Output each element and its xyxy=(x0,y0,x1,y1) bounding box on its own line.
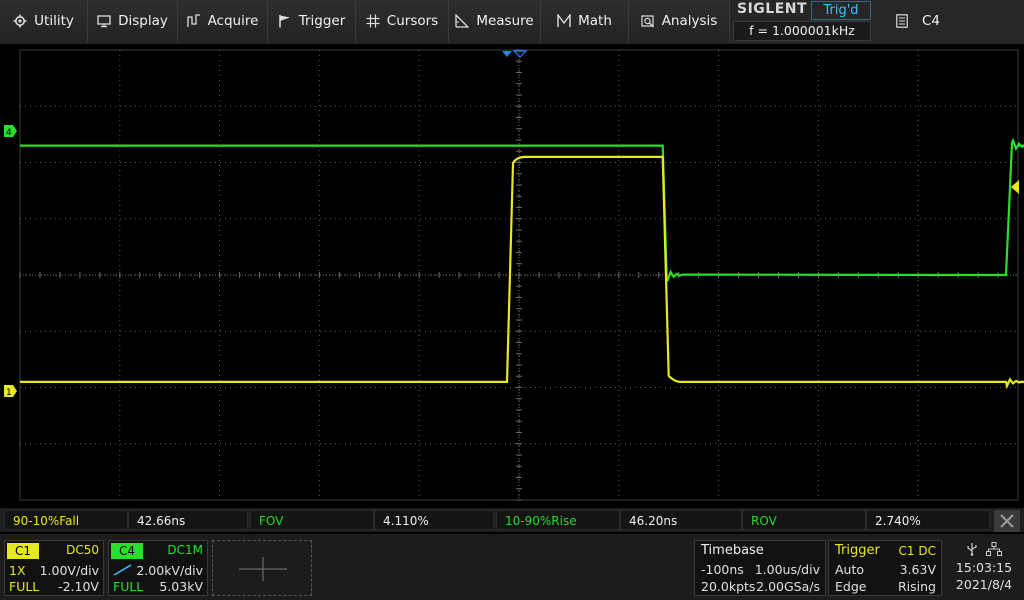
acquire-icon xyxy=(186,14,201,28)
ch4-coupling: DC1M xyxy=(167,543,203,557)
ch4-bandwidth: FULL xyxy=(113,579,144,594)
channel-selector[interactable]: C4 xyxy=(880,0,1024,42)
brand-status-area: SIGLENT Trig'd f = 1.000001kHz xyxy=(733,0,873,42)
clock-date: 2021/8/4 xyxy=(955,577,1013,592)
ch4-tag: C4 xyxy=(111,543,143,559)
menu-bar: Utility Display Acquire Trigger Cursors … xyxy=(0,0,1024,44)
meas-rov-value: 2.740% xyxy=(866,510,990,530)
menu-math-label: Math xyxy=(578,13,612,29)
menu-analysis[interactable]: Analysis xyxy=(629,0,730,42)
meas-fall-value: 42.66ns xyxy=(128,510,248,530)
ch1-tag: C1 xyxy=(7,543,39,559)
meas-rise-value: 46.20ns xyxy=(620,510,742,530)
menu-trigger-label: Trigger xyxy=(298,13,346,29)
trigger-level-marker[interactable] xyxy=(1011,180,1019,194)
trigger-level: 3.63V xyxy=(899,562,936,577)
close-icon xyxy=(1000,514,1014,528)
trigger-mode: Auto xyxy=(835,562,865,577)
waveform-grid: 4 1 xyxy=(4,49,1024,501)
trigger-type: Edge xyxy=(835,579,867,594)
timebase-panel[interactable]: Timebase -100ns 1.00us/div 20.0kpts 2.00… xyxy=(694,540,826,596)
trigger-position-marker[interactable] xyxy=(502,51,512,57)
ch4-offset: 5.03kV xyxy=(159,579,203,594)
menu-math[interactable]: Math xyxy=(541,0,629,42)
timebase-scale: 1.00us/div xyxy=(754,562,820,577)
plus-icon xyxy=(239,557,287,581)
ch1-waveform xyxy=(20,155,1024,390)
trigger-title: Trigger xyxy=(835,543,880,558)
menu-acquire-label: Acquire xyxy=(207,13,259,29)
list-icon xyxy=(896,14,908,28)
clock-panel: 15:03:15 2021/8/4 xyxy=(946,540,1022,596)
menu-trigger[interactable]: Trigger xyxy=(268,0,356,42)
waveform-display[interactable]: 4 1 xyxy=(0,44,1024,506)
trigger-source: C1 DC xyxy=(898,544,936,558)
menu-acquire[interactable]: Acquire xyxy=(178,0,268,42)
add-channel-slot[interactable] xyxy=(212,540,312,596)
ch1-probe: 1X xyxy=(9,563,26,578)
meas-fov-value: 4.110% xyxy=(374,510,494,530)
meas-fov-label[interactable]: FOV xyxy=(250,510,374,530)
frequency-readout: f = 1.000001kHz xyxy=(733,21,871,41)
ch1-scale: 1.00V/div xyxy=(39,563,99,578)
menu-cursors-label: Cursors xyxy=(386,13,439,29)
ch4-offset-marker[interactable]: 4 xyxy=(4,125,17,138)
measure-icon xyxy=(455,14,470,28)
menu-display-label: Display xyxy=(118,13,168,29)
trigger-slope: Rising xyxy=(897,579,936,594)
math-icon xyxy=(557,14,571,28)
menu-utility[interactable]: Utility xyxy=(0,0,88,42)
timebase-delay: -100ns xyxy=(701,562,744,577)
analysis-icon xyxy=(641,14,655,28)
ramp-icon xyxy=(113,564,132,576)
menu-measure-label: Measure xyxy=(476,13,534,29)
status-bar: C1 DC50 1X 1.00V/div FULL -2.10V C4 DC1M… xyxy=(0,534,1024,600)
ch4-marker-label: 4 xyxy=(6,128,12,138)
timebase-title: Timebase xyxy=(701,543,764,558)
ch4-waveform xyxy=(20,137,1024,282)
ch1-marker-label: 1 xyxy=(6,388,12,398)
measurement-close-button[interactable] xyxy=(994,510,1020,532)
menu-cursors[interactable]: Cursors xyxy=(356,0,449,42)
trigger-status: Trig'd xyxy=(811,1,871,20)
meas-rise-label[interactable]: 10-90%Rise xyxy=(496,510,620,530)
gear-icon xyxy=(13,14,27,28)
trigger-panel[interactable]: Trigger C1 DC Auto 3.63V Edge Rising xyxy=(828,540,942,596)
trigger-delay-marker[interactable] xyxy=(512,50,528,58)
ch1-offset-marker[interactable]: 1 xyxy=(4,385,17,398)
meas-fall-label[interactable]: 90-10%Fall xyxy=(4,510,128,530)
flag-icon xyxy=(278,14,292,28)
usb-icon xyxy=(967,543,977,556)
channel-4-panel[interactable]: C4 DC1M 2.00kV/div FULL 5.03kV xyxy=(108,540,208,596)
menu-analysis-label: Analysis xyxy=(661,13,718,29)
crosshair-icon xyxy=(366,14,380,28)
menu-utility-label: Utility xyxy=(34,13,74,29)
measurement-bar: 90-10%Fall 42.66ns FOV 4.110% 10-90%Rise… xyxy=(0,508,1024,532)
meas-rov-label[interactable]: ROV xyxy=(742,510,866,530)
timebase-points: 20.0kpts xyxy=(701,579,756,594)
ch1-offset: -2.10V xyxy=(58,579,99,594)
ch1-bandwidth: FULL xyxy=(9,579,40,594)
menu-measure[interactable]: Measure xyxy=(449,0,541,42)
clock-time: 15:03:15 xyxy=(955,560,1013,575)
monitor-icon xyxy=(97,14,111,28)
timebase-rate: 2.00GSa/s xyxy=(756,579,820,594)
menu-display[interactable]: Display xyxy=(88,0,178,42)
selected-channel: C4 xyxy=(922,13,941,29)
brand-logo: SIGLENT xyxy=(737,1,808,17)
channel-1-panel[interactable]: C1 DC50 1X 1.00V/div FULL -2.10V xyxy=(4,540,104,596)
ch1-coupling: DC50 xyxy=(66,543,99,557)
network-icon xyxy=(986,542,1002,556)
ch4-scale: 2.00kV/div xyxy=(136,563,203,578)
